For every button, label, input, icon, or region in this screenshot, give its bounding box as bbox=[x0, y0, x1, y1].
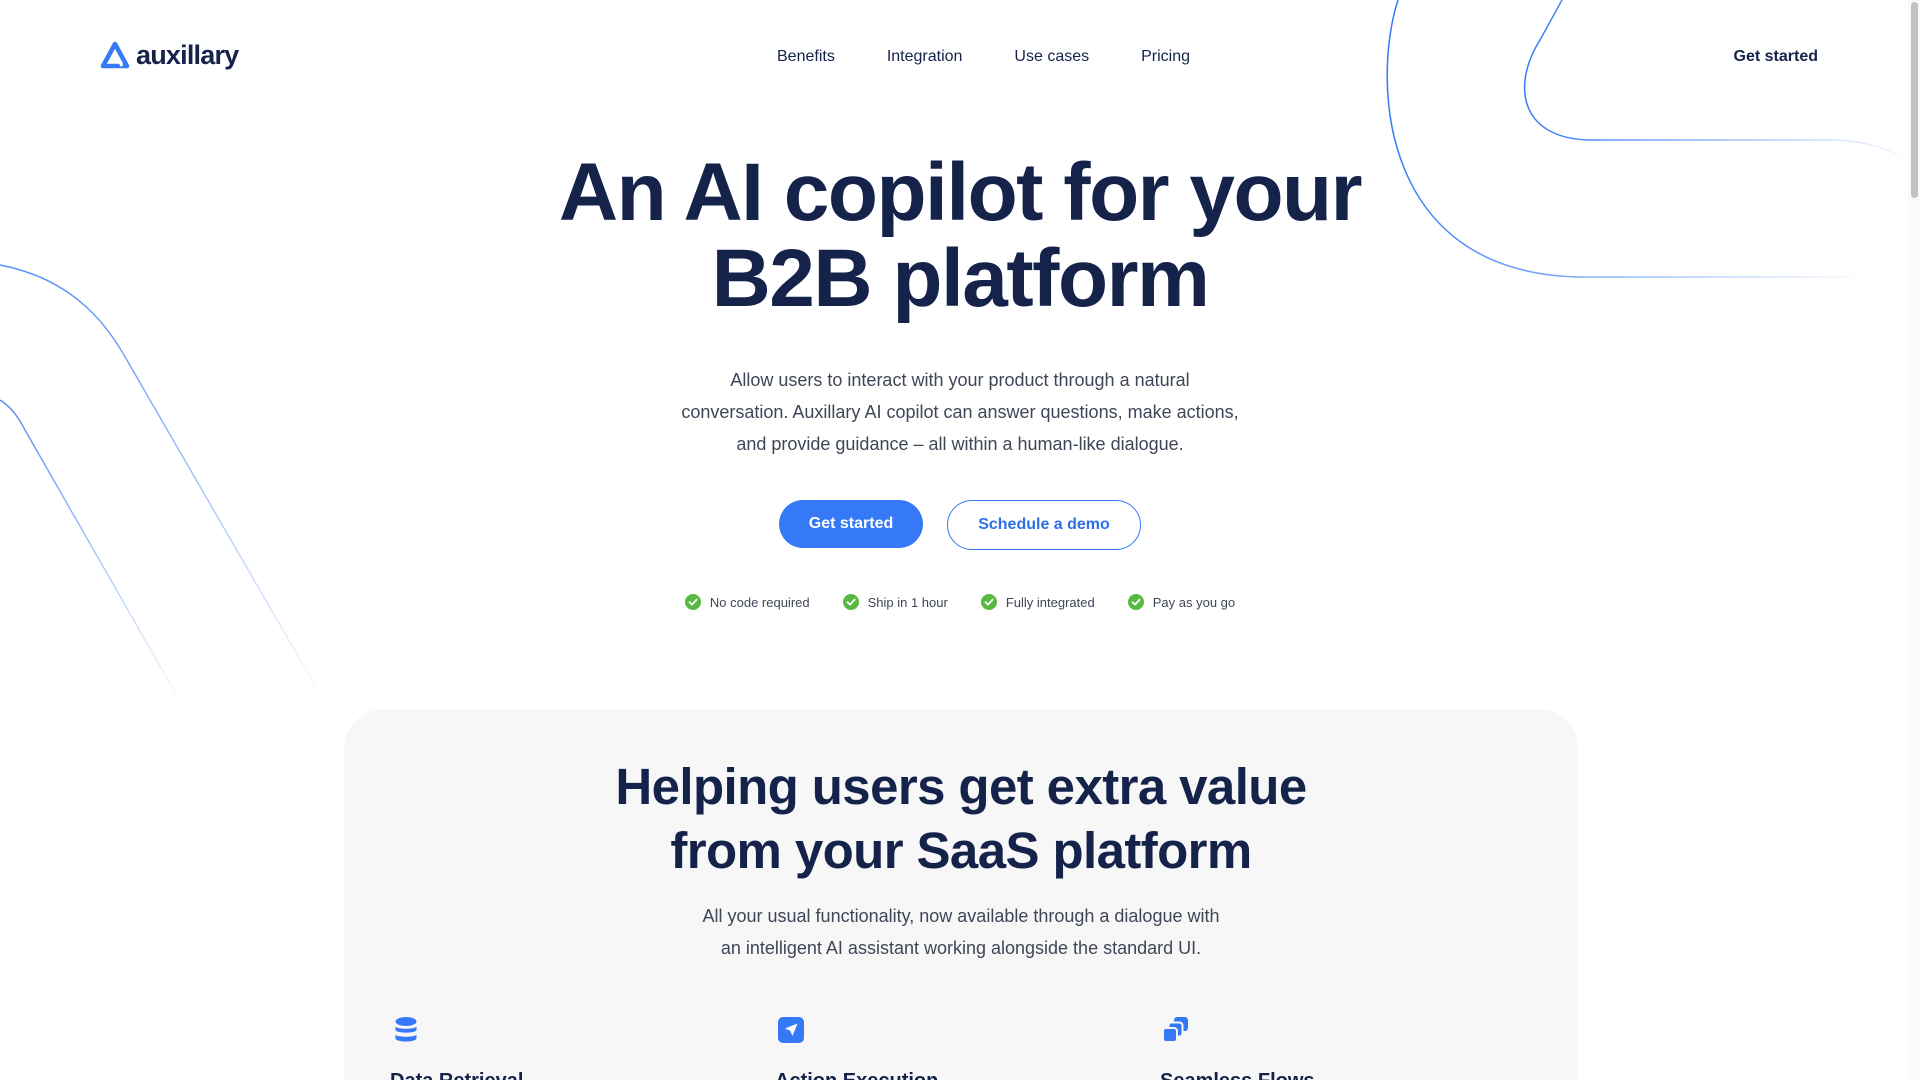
hero-title-line-1: An AI copilot for your bbox=[558, 147, 1363, 238]
card-title: Data Retrieval bbox=[390, 1070, 690, 1080]
feature-ship-fast: Ship in 1 hour bbox=[842, 594, 948, 610]
nav-link-benefits[interactable]: Benefits bbox=[777, 48, 835, 66]
value-title-line-1: Helping users get extra value bbox=[615, 758, 1307, 815]
scrollbar-thumb[interactable] bbox=[1911, 2, 1918, 198]
check-circle-icon bbox=[684, 594, 701, 610]
value-title-line-2: from your SaaS platform bbox=[670, 822, 1252, 879]
site-header: auxillary Benefits Integration Use cases… bbox=[0, 0, 1920, 116]
value-description: All your usual functionality, now availa… bbox=[681, 900, 1241, 964]
hero-description-line-1: Allow users to interact with your produc… bbox=[730, 370, 1190, 390]
database-icon bbox=[395, 1017, 417, 1042]
card-data-retrieval: Data Retrieval bbox=[390, 1014, 690, 1080]
hero-title: An AI copilot for your B2B platform bbox=[0, 150, 1920, 322]
hero-actions: Get started Schedule a demo bbox=[0, 500, 1920, 550]
card-title: Action Execution bbox=[775, 1070, 1075, 1080]
check-circle-icon bbox=[980, 594, 997, 610]
card-title: Seamless Flows bbox=[1160, 1070, 1460, 1080]
nav-link-integration[interactable]: Integration bbox=[887, 48, 963, 66]
page-scrollbar[interactable] bbox=[1908, 0, 1920, 1080]
logo-triangle-icon bbox=[100, 41, 130, 68]
value-description-line-2: an intelligent AI assistant working alon… bbox=[720, 938, 1202, 958]
hero-section: An AI copilot for your B2B platform Allo… bbox=[0, 150, 1920, 610]
value-section: Helping users get extra value from your … bbox=[344, 709, 1578, 1080]
benefit-cards: Data Retrieval Action Execution Seamless… bbox=[390, 1014, 1540, 1080]
send-icon bbox=[778, 1017, 804, 1043]
feature-label: No code required bbox=[709, 594, 810, 610]
feature-no-code: No code required bbox=[684, 594, 810, 610]
feature-label: Ship in 1 hour bbox=[867, 594, 948, 610]
nav-link-pricing[interactable]: Pricing bbox=[1141, 48, 1190, 66]
get-started-button[interactable]: Get started bbox=[779, 500, 923, 548]
hero-description-line-2: conversation. Auxillary AI copilot can a… bbox=[681, 402, 1239, 422]
nav-link-use-cases[interactable]: Use cases bbox=[1014, 48, 1089, 66]
card-seamless-flows: Seamless Flows bbox=[1160, 1014, 1460, 1080]
feature-pay-as-you-go: Pay as you go bbox=[1127, 594, 1236, 610]
stacked-cards-icon bbox=[1162, 1017, 1188, 1043]
header-get-started-link[interactable]: Get started bbox=[1734, 48, 1818, 66]
value-title: Helping users get extra value from your … bbox=[344, 755, 1578, 883]
feature-label: Pay as you go bbox=[1152, 594, 1236, 610]
logo[interactable]: auxillary bbox=[100, 40, 239, 71]
value-description-line-1: All your usual functionality, now availa… bbox=[702, 906, 1220, 926]
card-action-execution: Action Execution bbox=[775, 1014, 1075, 1080]
hero-description: Allow users to interact with your produc… bbox=[660, 364, 1260, 460]
logo-text: auxillary bbox=[136, 40, 239, 70]
schedule-demo-button[interactable]: Schedule a demo bbox=[947, 500, 1141, 550]
feature-label: Fully integrated bbox=[1005, 594, 1095, 610]
hero-title-line-2: B2B platform bbox=[711, 233, 1210, 324]
check-circle-icon bbox=[842, 594, 859, 610]
hero-description-line-3: and provide guidance – all within a huma… bbox=[736, 434, 1184, 454]
feature-fully-integrated: Fully integrated bbox=[980, 594, 1095, 610]
hero-feature-list: No code required Ship in 1 hour Fully in… bbox=[0, 594, 1920, 610]
main-nav: Benefits Integration Use cases Pricing bbox=[777, 48, 1190, 66]
check-circle-icon bbox=[1127, 594, 1144, 610]
